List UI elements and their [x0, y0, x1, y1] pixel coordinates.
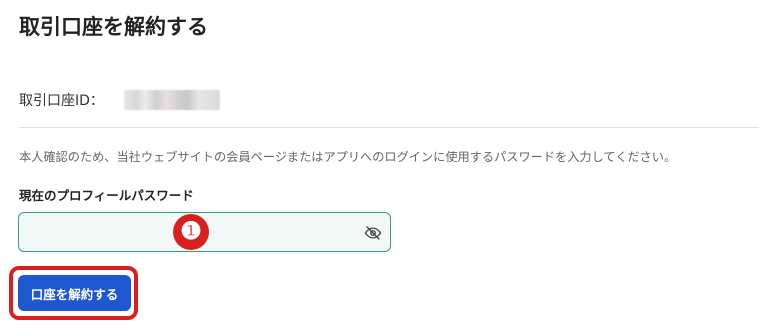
password-field-label: 現在のプロフィールパスワード — [19, 188, 194, 203]
account-id-label: 取引口座ID： — [19, 93, 104, 109]
step-number-badge: ❶ — [173, 214, 209, 250]
close-account-page: 取引口座を解約する 取引口座ID： 本人確認のため、当社ウェブサイトの会員ページ… — [0, 0, 759, 336]
instruction-text: 本人確認のため、当社ウェブサイトの会員ページまたはアプリへのログインに使用するパ… — [19, 150, 677, 164]
divider — [19, 127, 759, 128]
close-account-button[interactable]: 口座を解約する — [18, 275, 131, 311]
eye-slash-icon[interactable] — [362, 222, 384, 244]
page-title: 取引口座を解約する — [19, 15, 208, 39]
account-id-row: 取引口座ID： — [19, 88, 220, 112]
account-id-value-masked — [123, 90, 220, 110]
